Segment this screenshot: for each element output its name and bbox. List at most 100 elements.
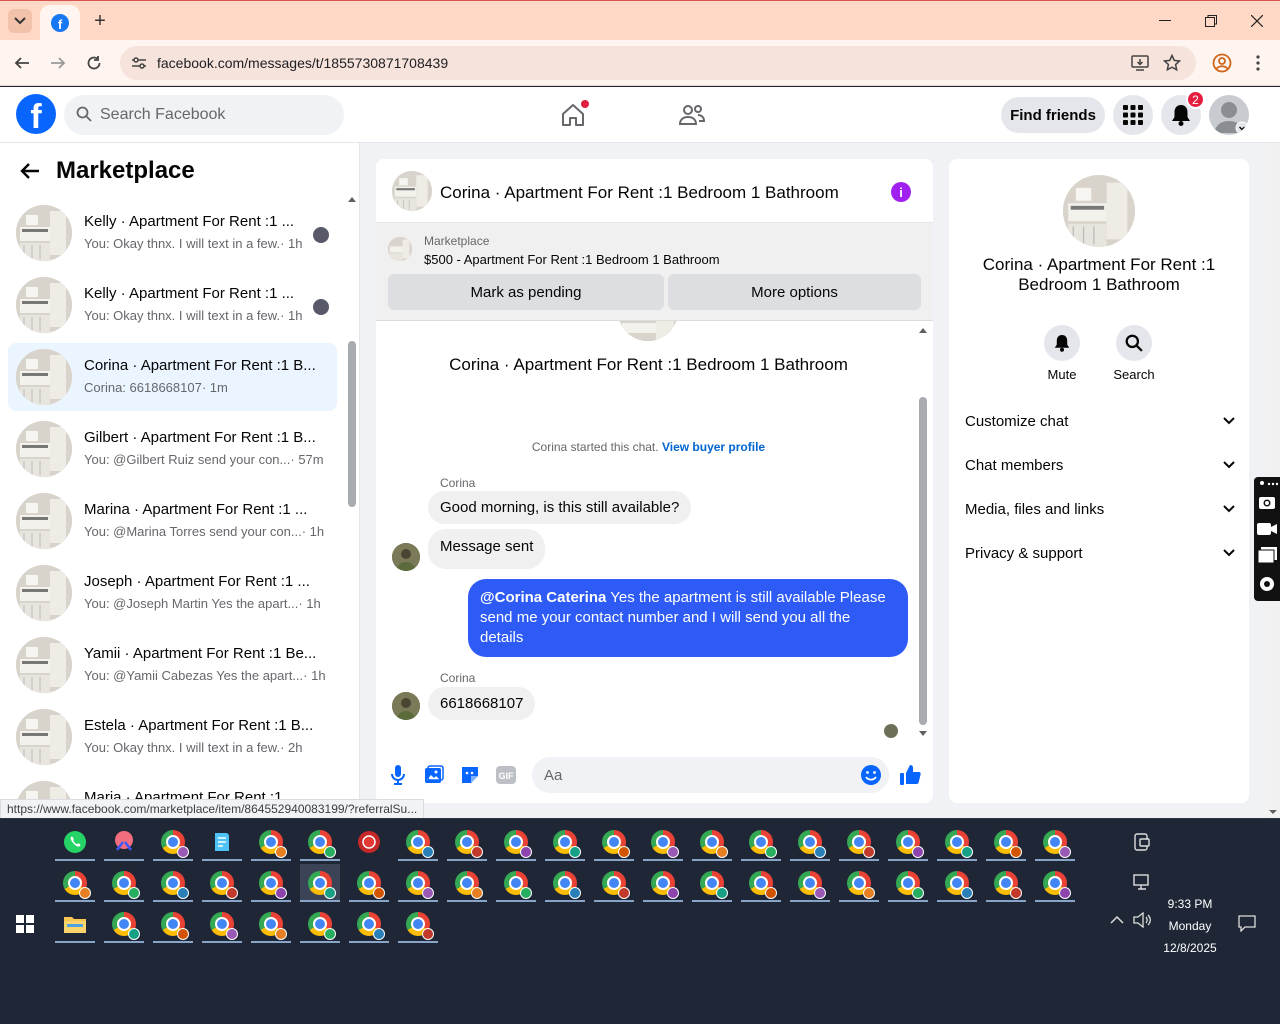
taskbar-chrome-profile[interactable] bbox=[692, 864, 732, 902]
taskbar-chrome-profile[interactable] bbox=[741, 823, 781, 861]
capture-tools-icon[interactable] bbox=[1254, 477, 1280, 601]
taskbar-snipping-tool[interactable] bbox=[104, 823, 144, 861]
info-section-row[interactable]: Chat members bbox=[965, 447, 1235, 483]
incoming-message[interactable]: 6618668107 bbox=[428, 687, 536, 720]
conversation-item[interactable]: Gilbert · Apartment For Rent :1 B... You:… bbox=[8, 415, 337, 483]
minimize-button[interactable] bbox=[1142, 1, 1188, 41]
taskbar-chrome-profile[interactable] bbox=[349, 864, 389, 902]
info-section-row[interactable]: Privacy & support bbox=[965, 535, 1235, 571]
like-button[interactable] bbox=[899, 764, 921, 786]
conversation-item[interactable]: Kelly · Apartment For Rent :1 ... You: Ok… bbox=[8, 199, 337, 267]
sender-avatar[interactable] bbox=[392, 543, 420, 571]
taskbar-chrome-profile[interactable] bbox=[545, 823, 585, 861]
taskbar-file-explorer[interactable] bbox=[55, 905, 95, 943]
mark-as-pending-button[interactable]: Mark as pending bbox=[388, 274, 664, 310]
taskbar-chrome-profile[interactable] bbox=[1035, 864, 1075, 902]
taskbar-chrome-profile[interactable] bbox=[937, 823, 977, 861]
info-section-row[interactable]: Media, files and links bbox=[965, 491, 1235, 527]
listing-title[interactable]: $500 - Apartment For Rent :1 Bedroom 1 B… bbox=[424, 252, 720, 267]
tab-search-dropdown[interactable] bbox=[8, 9, 32, 33]
taskbar-chrome-profile[interactable] bbox=[104, 905, 144, 943]
taskbar-chrome-profile[interactable] bbox=[251, 905, 291, 943]
close-window-button[interactable] bbox=[1234, 1, 1280, 41]
list-scrollbar-thumb[interactable] bbox=[348, 341, 356, 507]
incoming-message[interactable]: Message sent bbox=[428, 529, 546, 569]
more-options-button[interactable]: More options bbox=[668, 274, 921, 310]
back-arrow-icon[interactable] bbox=[20, 162, 40, 180]
taskbar-chrome-profile[interactable] bbox=[692, 823, 732, 861]
network-display-icon[interactable] bbox=[1132, 873, 1152, 891]
voice-clip-button[interactable] bbox=[387, 764, 409, 786]
chevron-up-icon[interactable] bbox=[1110, 915, 1124, 925]
conversation-item[interactable]: Marina · Apartment For Rent :1 ... You: @… bbox=[8, 487, 337, 555]
browser-menu-button[interactable] bbox=[1245, 50, 1271, 76]
home-nav-button[interactable] bbox=[557, 99, 589, 131]
taskbar-chrome-profile[interactable] bbox=[153, 823, 193, 861]
taskbar-chrome-profile[interactable] bbox=[398, 864, 438, 902]
attach-photo-button[interactable] bbox=[423, 764, 445, 786]
outgoing-message[interactable]: @Corina Caterina Yes the apartment is st… bbox=[468, 579, 908, 657]
conversation-item[interactable]: Estela · Apartment For Rent :1 B... You: … bbox=[8, 703, 337, 771]
chat-title[interactable]: Corina · Apartment For Rent :1 Bedroom 1… bbox=[440, 183, 839, 203]
taskbar-chrome-profile[interactable] bbox=[839, 864, 879, 902]
taskbar-chrome-profile[interactable] bbox=[251, 864, 291, 902]
taskbar-chrome-profile[interactable] bbox=[447, 823, 487, 861]
search-in-chat-button[interactable] bbox=[1116, 325, 1152, 361]
contact-avatar[interactable] bbox=[1063, 175, 1135, 247]
taskbar-chrome-profile[interactable] bbox=[104, 864, 144, 902]
volume-icon[interactable] bbox=[1133, 912, 1151, 928]
conversation-item[interactable]: Joseph · Apartment For Rent :1 ... You: @… bbox=[8, 559, 337, 627]
address-bar[interactable]: facebook.com/messages/t/1855730871708439 bbox=[120, 46, 1196, 80]
address-url[interactable]: facebook.com/messages/t/1855730871708439 bbox=[157, 55, 448, 71]
windows-start-icon[interactable] bbox=[16, 915, 34, 933]
forward-button[interactable] bbox=[45, 50, 71, 76]
taskbar-chrome-profile[interactable] bbox=[300, 864, 340, 902]
taskbar-chrome-profile[interactable] bbox=[496, 864, 536, 902]
taskbar-chrome-profile[interactable] bbox=[1035, 823, 1075, 861]
taskbar-chrome-profile[interactable] bbox=[986, 823, 1026, 861]
taskbar-chrome-profile[interactable] bbox=[398, 905, 438, 943]
taskbar-chrome-profile[interactable] bbox=[398, 823, 438, 861]
emoji-button[interactable] bbox=[860, 764, 882, 786]
taskbar-chrome-profile[interactable] bbox=[300, 905, 340, 943]
taskbar-whatsapp[interactable] bbox=[55, 823, 95, 861]
taskbar-chrome-profile[interactable] bbox=[643, 864, 683, 902]
taskbar-chrome-profile[interactable] bbox=[839, 823, 879, 861]
taskbar-chrome-profile[interactable] bbox=[741, 864, 781, 902]
facebook-search[interactable]: Search Facebook bbox=[64, 95, 344, 135]
taskbar-chrome-profile[interactable] bbox=[545, 864, 585, 902]
notification-center-icon[interactable] bbox=[1238, 915, 1256, 932]
taskbar-chrome-profile[interactable] bbox=[300, 823, 340, 861]
taskbar-chrome-profile[interactable] bbox=[888, 823, 928, 861]
conversation-item[interactable]: Yamii · Apartment For Rent :1 Be... You: … bbox=[8, 631, 337, 699]
thread-scrollbar-thumb[interactable] bbox=[919, 397, 927, 725]
taskbar-chrome-profile[interactable] bbox=[202, 905, 242, 943]
taskbar-chrome-profile[interactable] bbox=[447, 864, 487, 902]
profile-button[interactable] bbox=[1209, 50, 1235, 76]
mention-tag[interactable]: @Corina Caterina bbox=[480, 589, 606, 606]
conversation-item[interactable]: Corina · Apartment For Rent :1 B... Corin… bbox=[8, 343, 337, 411]
taskbar-chrome-profile[interactable] bbox=[643, 823, 683, 861]
install-app-icon[interactable] bbox=[1130, 53, 1150, 73]
chat-header-avatar[interactable] bbox=[392, 171, 432, 211]
taskbar-chrome-profile[interactable] bbox=[55, 864, 95, 902]
new-tab-button[interactable]: + bbox=[88, 9, 112, 33]
incoming-message[interactable]: Good morning, is this still available? bbox=[428, 491, 692, 524]
view-buyer-profile-link[interactable]: View buyer profile bbox=[662, 440, 765, 454]
reload-button[interactable] bbox=[81, 50, 107, 76]
info-section-row[interactable]: Customize chat bbox=[965, 403, 1235, 439]
back-button[interactable] bbox=[9, 50, 35, 76]
taskbar-chrome-profile[interactable] bbox=[937, 864, 977, 902]
listing-thumbnail[interactable] bbox=[388, 237, 412, 261]
taskbar-chrome-profile[interactable] bbox=[986, 864, 1026, 902]
mute-button[interactable] bbox=[1044, 325, 1080, 361]
system-clock[interactable]: 9:33 PM Monday 12/8/2025 bbox=[1160, 893, 1220, 959]
taskbar-chrome-profile[interactable] bbox=[153, 905, 193, 943]
sticker-button[interactable] bbox=[459, 764, 481, 786]
gif-button[interactable]: GIF bbox=[495, 764, 517, 786]
message-input[interactable] bbox=[532, 757, 889, 793]
find-friends-button[interactable]: Find friends bbox=[1001, 97, 1105, 133]
taskbar-chrome-profile[interactable] bbox=[790, 823, 830, 861]
phone-link-icon[interactable] bbox=[1132, 833, 1152, 851]
taskbar-screen-recorder[interactable] bbox=[349, 823, 389, 861]
